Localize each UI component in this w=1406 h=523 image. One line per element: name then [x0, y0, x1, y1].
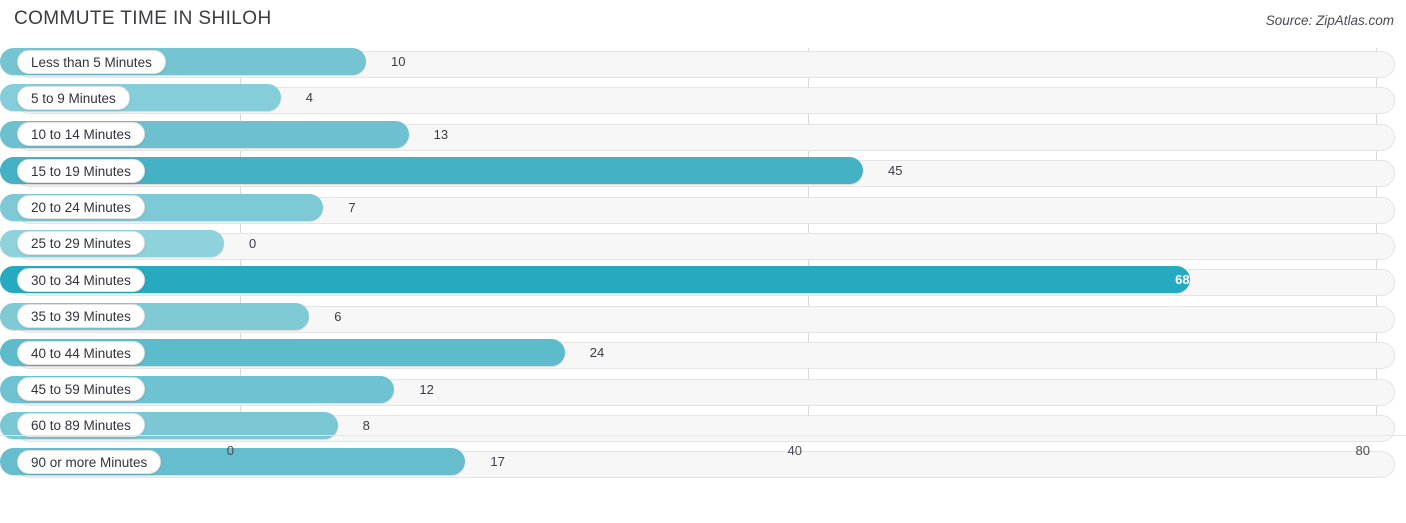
plot-area: 10 Less than 5 Minutes 4 5 to 9 Minutes 13 10… [0, 48, 1406, 485]
category-label: 5 to 9 Minutes [17, 85, 130, 110]
category-label: 20 to 24 Minutes [17, 195, 145, 220]
category-label: 30 to 34 Minutes [17, 267, 145, 292]
bar-value-label: 45 [888, 163, 903, 179]
bar-value-label: 10 [391, 54, 406, 69]
bar-value-label: 12 [419, 381, 434, 397]
x-tick-label: 0 [226, 443, 234, 458]
bar-row[interactable]: 6 35 to 39 Minutes [0, 302, 1406, 339]
category-label: 10 to 14 Minutes [17, 122, 145, 147]
axis-separator [0, 435, 1406, 436]
bar-value-label: 68 [1175, 272, 1190, 288]
chart-container: COMMUTE TIME IN SHILOH Source: ZipAtlas.… [0, 0, 1406, 523]
bar-value-label: 0 [249, 235, 257, 251]
bar-row[interactable]: 45 15 to 19 Minutes [0, 157, 1406, 193]
x-tick-label: 40 [787, 443, 802, 458]
bar-row[interactable]: 0 25 to 29 Minutes [0, 229, 1406, 266]
x-axis: 0 40 80 [0, 435, 1406, 485]
bar-rows: 10 Less than 5 Minutes 4 5 to 9 Minutes 13 10… [0, 48, 1406, 485]
bar-value-label: 13 [433, 126, 449, 142]
bar-row[interactable]: 12 45 to 59 Minutes [0, 375, 1406, 412]
bar-row[interactable]: 24 40 to 44 Minutes [0, 339, 1406, 375]
x-tick-label: 80 [1355, 443, 1370, 458]
page-title: COMMUTE TIME IN SHILOH [14, 8, 272, 29]
bar-value-label: 7 [348, 199, 356, 215]
category-label: 40 to 44 Minutes [17, 340, 145, 365]
category-label: 15 to 19 Minutes [17, 158, 145, 183]
source-attribution: Source: ZipAtlas.com [1265, 13, 1394, 28]
bar-value-label: 24 [589, 345, 605, 361]
bar-row[interactable]: 13 10 to 14 Minutes [0, 120, 1406, 157]
bar-value-label: 4 [305, 90, 314, 106]
category-label: 45 to 59 Minutes [17, 377, 145, 402]
bar-value-label: 6 [334, 308, 342, 324]
bar-row[interactable]: 68 30 to 34 Minutes [0, 266, 1406, 302]
category-label: Less than 5 Minutes [17, 49, 166, 74]
bar-row[interactable]: 4 5 to 9 Minutes [0, 84, 1406, 120]
bar-row[interactable]: 7 20 to 24 Minutes [0, 193, 1406, 230]
category-label: 25 to 29 Minutes [17, 231, 145, 256]
bar-row[interactable]: 10 Less than 5 Minutes [0, 48, 1406, 84]
category-label: 60 to 89 Minutes [17, 413, 145, 438]
category-label: 35 to 39 Minutes [17, 304, 145, 329]
